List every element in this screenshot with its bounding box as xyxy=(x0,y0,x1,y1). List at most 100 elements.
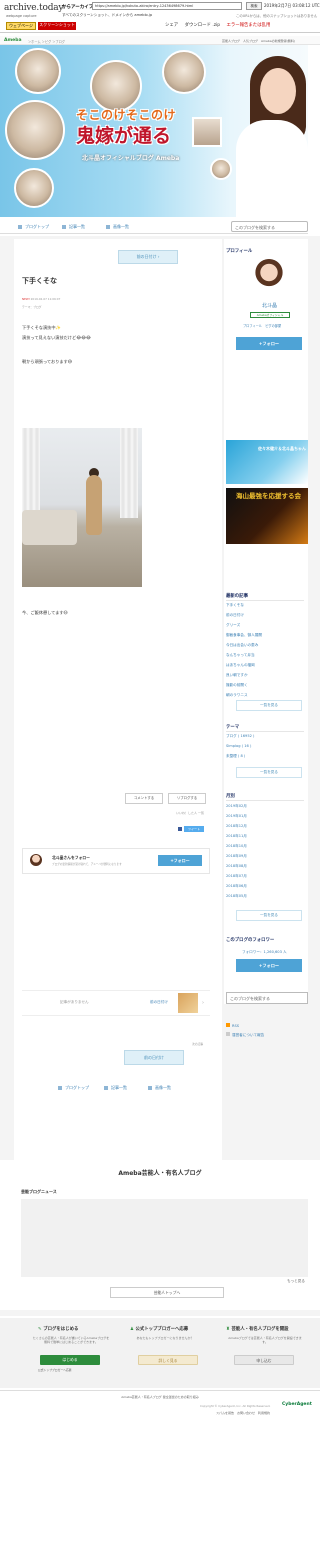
post-title[interactable]: 下手くそな xyxy=(22,276,57,286)
archive-item[interactable]: 2018年07月 xyxy=(226,874,247,879)
dog-image-5 xyxy=(192,117,222,147)
dog-image-7 xyxy=(210,158,232,180)
post-line-1: 下手くそな演技中✨ xyxy=(22,325,61,330)
comment-button[interactable]: コメントする xyxy=(125,793,163,804)
prev-date-link[interactable]: 前の日付け xyxy=(150,1000,168,1005)
recent-item[interactable]: 今日は出会いの恵み xyxy=(226,643,258,648)
bottom-nav-blog-top[interactable]: ブログトップ xyxy=(58,1085,89,1091)
cta-apply-title: ♟ 公式トップブロガーへ応募 xyxy=(130,1327,189,1332)
cta-start-note[interactable]: 公式トップブロガーへ応募 xyxy=(38,1368,72,1372)
archive-item[interactable]: 2019年01月 xyxy=(226,814,247,819)
bottom-nav-image-list[interactable]: 画像一覧 xyxy=(148,1085,171,1091)
archive-item[interactable]: 2018年09月 xyxy=(226,854,247,859)
report-link[interactable]: エラー報告または乱用 xyxy=(226,23,270,28)
blog-search-input[interactable]: このブログを検索する xyxy=(231,221,308,232)
profile-links[interactable]: プロフィール ピグの部屋 xyxy=(243,323,281,328)
post-date: 2019-02-07 11:06:07 xyxy=(30,297,61,301)
theme-item[interactable]: Simplog ( 16 ) xyxy=(226,744,251,748)
archive-item[interactable]: 2018年10月 xyxy=(226,844,247,849)
download-link[interactable]: ダウンロード .zip xyxy=(185,23,220,28)
facebook-icon[interactable] xyxy=(178,827,182,831)
copyright: Copyright © CyberAgent, Inc. All Rights … xyxy=(200,1404,271,1408)
cta-apply-button[interactable]: 詳しく見る xyxy=(138,1355,198,1365)
chevron-right-icon[interactable]: › xyxy=(202,1000,204,1006)
archive-item[interactable]: 2019年02月 xyxy=(226,804,247,809)
recent-item[interactable]: 良い朝ですか xyxy=(226,673,248,678)
reblog-button[interactable]: リブログする xyxy=(168,793,206,804)
follow-desc: ブログの更新情報が受け取れて、アメーバが便利になります xyxy=(52,863,122,866)
follow-button[interactable]: +フォロー xyxy=(158,855,202,866)
archive-url-input[interactable]: https://ameblo.jp/hokuto-akira/entry-124… xyxy=(92,2,242,10)
recent-more-button[interactable]: 一覧を見る xyxy=(236,700,302,711)
archive-more-button[interactable]: 一覧を見る xyxy=(236,910,302,921)
sidebar-search-input[interactable]: このブログを検索する xyxy=(226,992,308,1004)
nav-blog-top[interactable]: ブログトップ xyxy=(18,224,49,230)
profile-name[interactable]: 北斗晶 xyxy=(262,302,277,309)
dog-image-4 xyxy=(5,100,65,160)
recent-item[interactable]: 前の日付け xyxy=(226,613,244,618)
archive-item[interactable]: 2018年08月 xyxy=(226,864,247,869)
recent-item[interactable]: 下手くそな xyxy=(226,603,244,608)
profile-avatar[interactable] xyxy=(254,259,284,289)
nav-article-list[interactable]: 記事一覧 xyxy=(62,224,85,230)
followers-count[interactable]: フォロワー：1,260,603 人 xyxy=(242,950,287,955)
archive-item[interactable]: 2018年11月 xyxy=(226,834,247,839)
photo-person xyxy=(86,475,102,535)
recent-item[interactable]: 朝のラワニス xyxy=(226,693,248,698)
dog-image-3 xyxy=(162,50,206,94)
recent-item[interactable]: はあちゃんの福岡 xyxy=(226,663,255,668)
tweet-button[interactable]: ツイート xyxy=(184,826,204,832)
next-date-button-top[interactable]: 前の日付け › xyxy=(118,250,178,264)
theme-item[interactable]: 未整理 ( 8 ) xyxy=(226,754,245,759)
cta-open-desc: Amebaブログでは芸能人・有名人ブログを開設できます。 xyxy=(228,1336,302,1344)
cta-start-button[interactable]: はじめる xyxy=(40,1355,100,1365)
recent-item[interactable]: 撮影の前開く xyxy=(226,683,248,688)
recent-item[interactable]: なんちゃって弁当 xyxy=(226,653,255,658)
followers-heading: このブログのフォロワー xyxy=(226,938,275,943)
celeb-top-button[interactable]: 芸能人トップへ xyxy=(110,1287,224,1298)
archive-label: からアーカイブ xyxy=(62,5,94,10)
archive-item[interactable]: 2018年12月 xyxy=(226,824,247,829)
recent-item[interactable]: 御飯食事会、御人展開 xyxy=(226,633,262,638)
cyberagent-logo[interactable]: CyberAgent xyxy=(282,1402,312,1407)
theme-more-button[interactable]: 一覧を見る xyxy=(236,767,302,778)
recent-heading: 最新の記事 xyxy=(226,594,248,599)
theme-item[interactable]: ブログ ( 16952 ) xyxy=(226,734,254,739)
archive-search-button[interactable]: 検索 xyxy=(246,2,262,10)
archive-item[interactable]: 2018年06月 xyxy=(226,884,247,889)
report-link[interactable]: 運営者について報告 xyxy=(226,1032,264,1038)
news-box xyxy=(21,1199,308,1277)
home-icon xyxy=(58,1086,62,1090)
tab-webpage[interactable]: ウェブページ xyxy=(6,22,36,30)
archive-notice[interactable]: すべてのスクリーンショット、ドメインから ameblo.jp xyxy=(62,13,152,18)
ameba-logo[interactable]: Ameba xyxy=(4,38,21,43)
header-links[interactable]: 芸能人ブログ 人気ブログ Amebaの新規登録(無料) xyxy=(222,39,295,43)
share-link[interactable]: シェア xyxy=(165,23,178,28)
sidebar-follow-button-2[interactable]: +フォロー xyxy=(236,959,302,972)
follow-name: 北斗晶さんをフォロー xyxy=(52,855,90,860)
photo-curtain-left xyxy=(22,428,40,518)
sidebar xyxy=(224,239,308,1004)
bottom-nav-article-list[interactable]: 記事一覧 xyxy=(104,1085,127,1091)
count-label: 次の記事 xyxy=(192,1042,204,1046)
news-more-link[interactable]: もっと見る xyxy=(287,1279,305,1284)
next-date-button-bottom[interactable]: 前の日付け xyxy=(124,1050,184,1065)
cta-apply-desc: あなたもトップブロガーになりませんか？ xyxy=(136,1336,194,1340)
breadcrumb[interactable]: ＞ホーム ＞ピグ ＞ブログ xyxy=(28,39,65,44)
official-badge: Amebaオフィシャル xyxy=(250,312,290,318)
site-note[interactable]: Ameba芸能人・有名人ブログ 健全運営のための取り組み xyxy=(0,1390,320,1402)
recent-item[interactable]: グリーズ xyxy=(226,623,240,628)
prev-thumbnail[interactable] xyxy=(178,993,198,1013)
archive-item[interactable]: 2018年05月 xyxy=(226,894,247,899)
tab-screenshot[interactable]: スクリーンショット xyxy=(38,22,76,30)
post-line-3: 朝から頑張っております😅 xyxy=(22,359,73,364)
cta-open-button[interactable]: 申し込む xyxy=(234,1355,294,1365)
nav-image-list[interactable]: 画像一覧 xyxy=(106,224,129,230)
rss-link[interactable]: RSS xyxy=(226,1023,239,1028)
post-line-2: 演技って見えない演技だけど😂😂😂 xyxy=(22,335,91,340)
sidebar-follow-button[interactable]: +フォロー xyxy=(236,337,302,350)
like-list-link[interactable]: いいね！した人 一覧 xyxy=(176,811,204,815)
post-theme[interactable]: テーマ：ブログ xyxy=(22,305,42,309)
footer-links[interactable]: スパムを報告 お問い合わせ 利用規約 xyxy=(216,1411,270,1415)
archive-logo[interactable]: archive.today xyxy=(4,3,64,13)
